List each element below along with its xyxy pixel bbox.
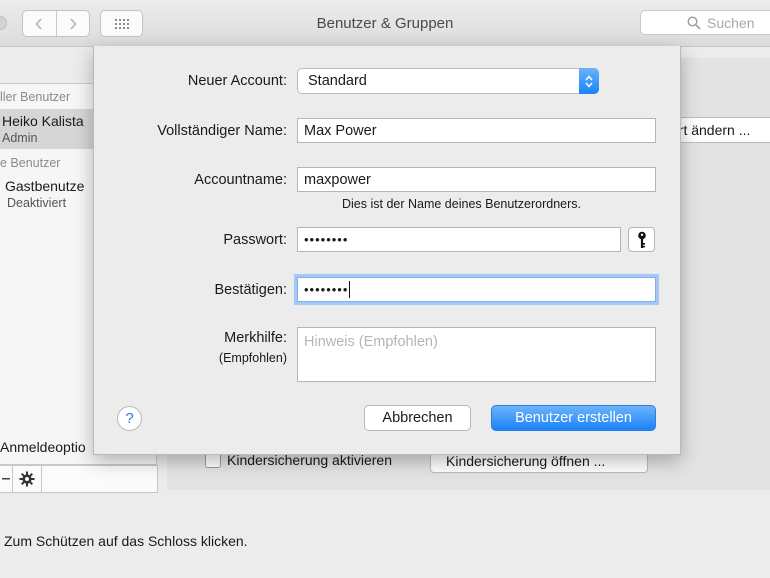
search-icon: [687, 15, 701, 30]
confirm-password-input[interactable]: ••••••••: [297, 277, 656, 302]
hint-placeholder: Hinweis (Empfohlen): [304, 334, 438, 350]
password-value: ••••••••: [304, 232, 349, 247]
create-user-button[interactable]: Benutzer erstellen: [491, 405, 656, 431]
password-assistant-button[interactable]: [628, 227, 655, 252]
accountname-label: Accountname:: [194, 172, 287, 188]
cancel-button[interactable]: Abbrechen: [364, 405, 471, 431]
user-name: Heiko Kalista: [2, 113, 84, 129]
new-account-dialog: Neuer Account: Standard Vollständiger Na…: [93, 46, 681, 455]
accountname-hint: Dies ist der Name deines Benutzerordners…: [342, 197, 582, 211]
text-caret: [349, 281, 351, 298]
fullname-value: Max Power: [304, 122, 377, 139]
section-other-users: e Benutzer: [0, 156, 61, 170]
accountname-value: maxpower: [304, 171, 371, 188]
lock-message: Zum Schützen auf das Schloss klicken.: [4, 533, 248, 549]
key-icon: [637, 231, 646, 248]
confirm-label: Bestätigen:: [214, 282, 287, 298]
search-field[interactable]: Suchen: [640, 10, 770, 35]
remove-user-button[interactable]: [0, 466, 13, 492]
help-button[interactable]: ?: [117, 406, 142, 431]
title-bar: Benutzer & Gruppen Suchen: [0, 0, 770, 47]
updown-arrows-icon: [579, 68, 599, 94]
section-current-users: ller Benutzer: [0, 90, 71, 104]
account-type-popup[interactable]: Standard: [297, 68, 599, 94]
hint-sublabel: (Empfohlen): [218, 351, 287, 365]
account-type-label: Neuer Account:: [187, 73, 287, 89]
gear-icon: [19, 471, 35, 487]
password-label: Passwort:: [223, 232, 287, 248]
search-placeholder: Suchen: [707, 14, 755, 31]
sidebar-toolbar: [0, 465, 158, 493]
account-type-value: Standard: [308, 73, 367, 89]
password-input[interactable]: ••••••••: [297, 227, 621, 252]
accountname-input[interactable]: maxpower: [297, 167, 656, 192]
user-role: Admin: [2, 131, 38, 145]
user-role: Deaktiviert: [7, 196, 67, 210]
hint-label: Merkhilfe:: [224, 330, 287, 346]
help-icon: ?: [125, 410, 134, 427]
minus-icon: [2, 478, 10, 480]
fullname-input[interactable]: Max Power: [297, 118, 656, 143]
user-name: Gastbenutze: [5, 178, 85, 194]
hint-input[interactable]: Hinweis (Empfohlen): [297, 327, 656, 382]
action-menu-button[interactable]: [13, 466, 42, 492]
fullname-label: Vollständiger Name:: [157, 123, 287, 139]
confirm-value: ••••••••: [304, 282, 349, 297]
